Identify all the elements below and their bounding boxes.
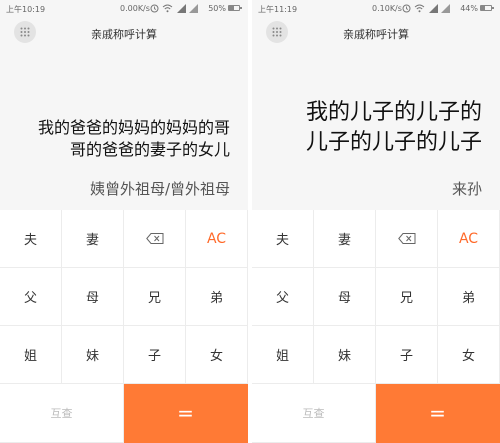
phone-screen-left: 上午10:19 0.00K/s 50% 亲戚称呼计算 我的爸爸的妈妈的妈妈的哥 … [0, 0, 248, 443]
signal-icon [189, 4, 198, 13]
title-bar: 亲戚称呼计算 [252, 20, 500, 44]
key-backspace[interactable] [376, 210, 438, 268]
expression-line: 我的儿子的儿子的 [305, 100, 482, 125]
key-daughter[interactable]: 女 [438, 326, 500, 384]
key-backspace[interactable] [124, 210, 186, 268]
key-elder-brother[interactable]: 兄 [124, 268, 186, 326]
key-clear-all[interactable]: AC [186, 210, 248, 268]
key-son[interactable]: 子 [376, 326, 438, 384]
key-clear-all[interactable]: AC [438, 210, 500, 268]
key-equals[interactable]: = [124, 384, 248, 443]
expression-display: 我的爸爸的妈妈的妈妈的哥 哥的爸爸的妻子的女儿 [18, 117, 230, 161]
signal-icon [429, 4, 438, 13]
status-icons [402, 3, 458, 15]
status-battery-text: 50% [208, 4, 226, 13]
result-display: 姨曾外祖母/曾外祖母 [89, 180, 230, 198]
battery-level [229, 6, 234, 10]
status-bar: 上午11:19 0.10K/s 44% [252, 0, 500, 18]
key-daughter[interactable]: 女 [186, 326, 248, 384]
backspace-icon [145, 233, 163, 244]
result-display: 来孙 [451, 180, 482, 198]
key-father[interactable]: 父 [252, 268, 314, 326]
key-swap-lookup[interactable]: 互查 [0, 384, 124, 443]
status-time: 上午11:19 [258, 5, 298, 14]
key-younger-sister[interactable]: 妹 [62, 326, 124, 384]
key-husband[interactable]: 夫 [252, 210, 314, 268]
alarm-icon [150, 4, 159, 13]
status-icons [150, 3, 206, 15]
app-title: 亲戚称呼计算 [91, 28, 157, 41]
key-equals[interactable]: = [376, 384, 500, 443]
wifi-icon [162, 4, 173, 13]
key-mother[interactable]: 母 [314, 268, 376, 326]
alarm-icon [402, 4, 411, 13]
key-father[interactable]: 父 [0, 268, 62, 326]
key-younger-brother[interactable]: 弟 [186, 268, 248, 326]
status-time: 上午10:19 [6, 5, 46, 14]
signal-icon [441, 4, 450, 13]
key-mother[interactable]: 母 [62, 268, 124, 326]
expression-display: 我的儿子的儿子的 儿子的儿子的儿子 [270, 98, 482, 158]
key-husband[interactable]: 夫 [0, 210, 62, 268]
signal-icon [177, 4, 186, 13]
keypad: 夫 妻 AC 父 母 兄 弟 姐 妹 子 女 互查 = [0, 210, 248, 443]
wifi-icon [414, 4, 425, 13]
status-network-speed: 0.00K/s [120, 4, 150, 13]
key-younger-sister[interactable]: 妹 [314, 326, 376, 384]
key-elder-sister[interactable]: 姐 [252, 326, 314, 384]
key-wife[interactable]: 妻 [62, 210, 124, 268]
battery-level [481, 6, 486, 10]
expression-line: 我的爸爸的妈妈的妈妈的哥 [37, 118, 230, 137]
status-network-speed: 0.10K/s [372, 4, 402, 13]
comparison-screenshot: 上午10:19 0.00K/s 50% 亲戚称呼计算 我的爸爸的妈妈的妈妈的哥 … [0, 0, 500, 443]
expression-line: 儿子的儿子的儿子 [305, 130, 482, 155]
key-wife[interactable]: 妻 [314, 210, 376, 268]
status-bar: 上午10:19 0.00K/s 50% [0, 0, 248, 18]
key-elder-brother[interactable]: 兄 [376, 268, 438, 326]
keypad: 夫 妻 AC 父 母 兄 弟 姐 妹 子 女 互查 = [252, 210, 500, 443]
title-bar: 亲戚称呼计算 [0, 20, 248, 44]
expression-line: 哥的爸爸的妻子的女儿 [69, 140, 230, 159]
battery-icon [228, 5, 242, 11]
key-younger-brother[interactable]: 弟 [438, 268, 500, 326]
backspace-icon [397, 233, 415, 244]
battery-icon [480, 5, 494, 11]
key-swap-lookup[interactable]: 互查 [252, 384, 376, 443]
status-battery-text: 44% [460, 4, 478, 13]
key-son[interactable]: 子 [124, 326, 186, 384]
key-elder-sister[interactable]: 姐 [0, 326, 62, 384]
phone-screen-right: 上午11:19 0.10K/s 44% 亲戚称呼计算 我的儿子的儿子的 儿子的儿… [252, 0, 500, 443]
app-title: 亲戚称呼计算 [343, 28, 409, 41]
